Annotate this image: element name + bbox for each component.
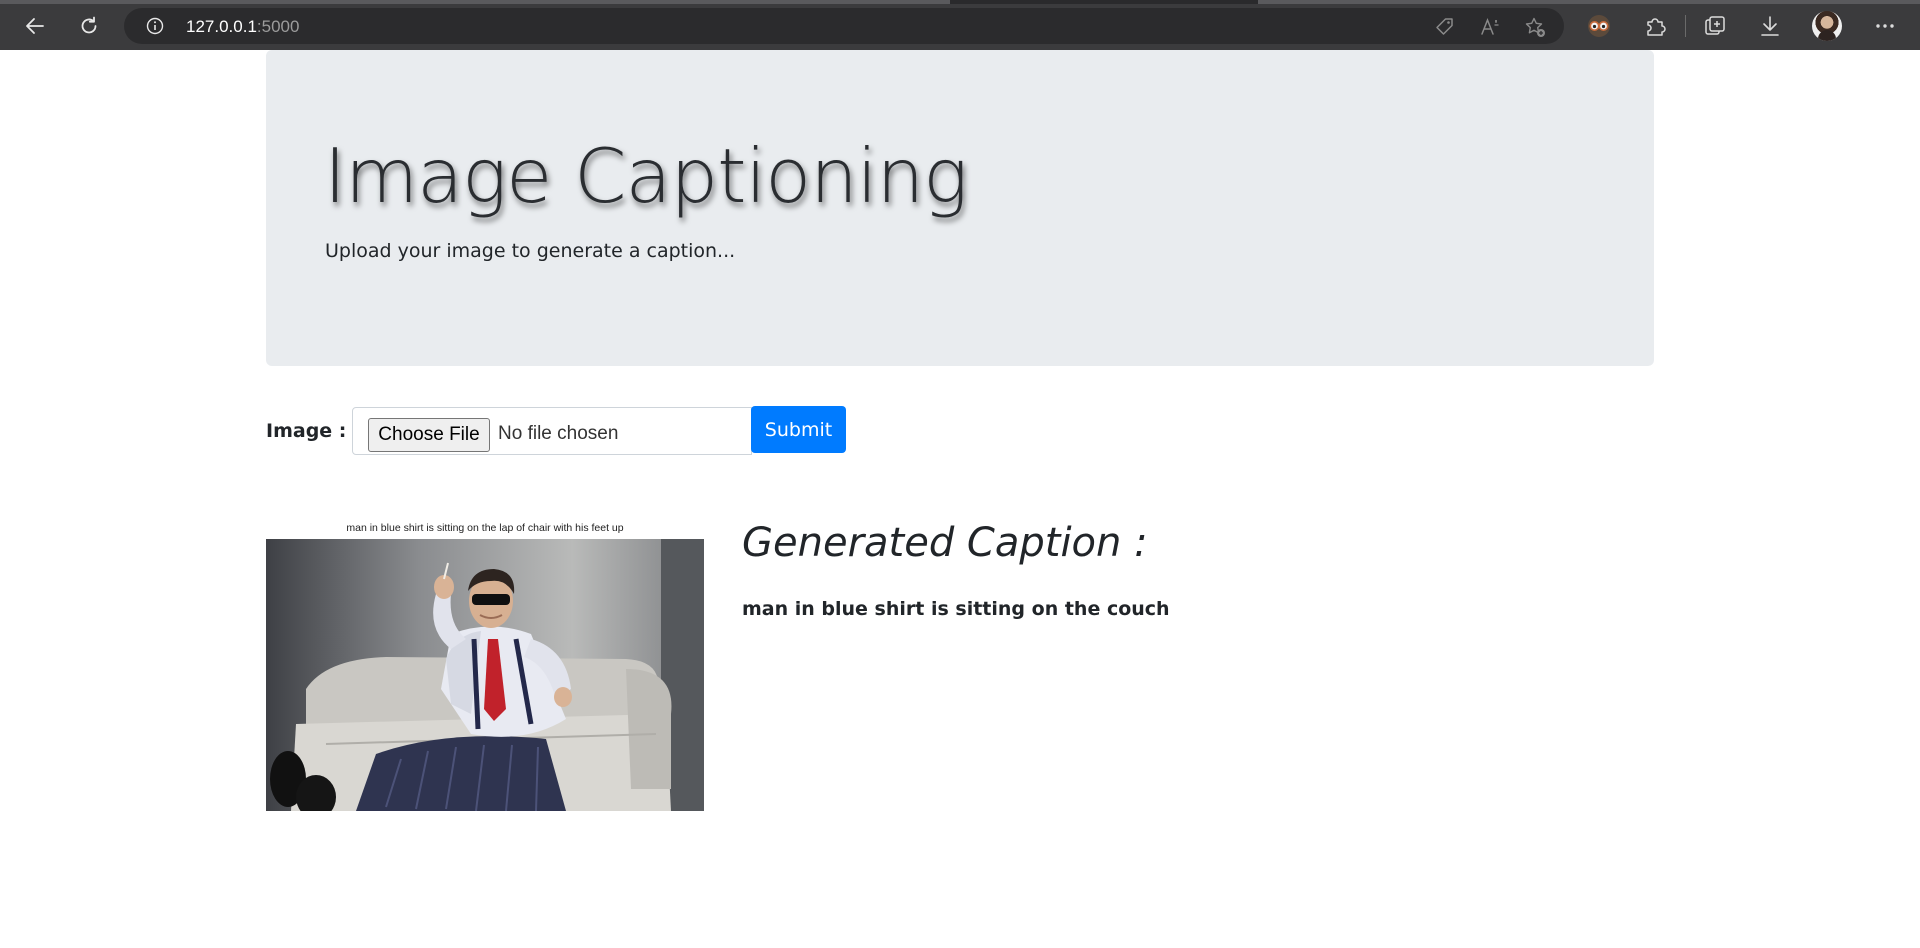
header-jumbotron: Image Captioning Upload your image to ge… — [266, 50, 1654, 366]
page-title: Image Captioning — [324, 132, 968, 220]
toolbar-divider — [1685, 15, 1686, 37]
choose-file-button[interactable]: Choose File — [368, 418, 490, 452]
file-input[interactable]: Choose File No file chosen — [352, 407, 752, 455]
collections-icon[interactable] — [1702, 13, 1728, 39]
photo-man-on-couch — [266, 539, 704, 811]
info-icon[interactable] — [146, 17, 164, 35]
submit-button[interactable]: Submit — [751, 406, 846, 453]
download-icon[interactable] — [1757, 13, 1783, 39]
url-port: :5000 — [256, 17, 300, 36]
tag-icon[interactable] — [1434, 16, 1456, 38]
generated-caption-heading: Generated Caption : — [742, 520, 1148, 566]
back-button[interactable] — [18, 9, 52, 43]
refresh-icon — [81, 16, 97, 34]
more-icon[interactable] — [1872, 13, 1898, 39]
url-host: 127.0.0.1 — [186, 17, 257, 36]
extension-glasses-icon[interactable] — [1586, 13, 1612, 39]
page-subtitle: Upload your image to generate a caption.… — [325, 240, 736, 262]
puzzle-icon[interactable] — [1642, 13, 1668, 39]
image-label: Image : — [266, 420, 347, 442]
file-status-text: No file chosen — [498, 423, 619, 444]
url-text[interactable]: 127.0.0.1:5000 — [186, 17, 299, 37]
read-aloud-icon[interactable] — [1479, 16, 1501, 38]
back-arrow-icon — [26, 18, 44, 34]
uploaded-image: man in blue shirt is sitting on the lap … — [266, 522, 704, 811]
image-overlay-caption: man in blue shirt is sitting on the lap … — [346, 522, 624, 534]
refresh-button[interactable] — [72, 9, 106, 43]
favorite-star-icon[interactable] — [1524, 16, 1546, 38]
browser-toolbar: 127.0.0.1:5000 — [0, 0, 1920, 50]
tab-strip-edge — [0, 0, 1920, 4]
generated-caption-text: man in blue shirt is sitting on the couc… — [742, 598, 1170, 620]
avatar[interactable] — [1812, 11, 1842, 41]
address-bar[interactable]: 127.0.0.1:5000 — [124, 8, 1564, 44]
